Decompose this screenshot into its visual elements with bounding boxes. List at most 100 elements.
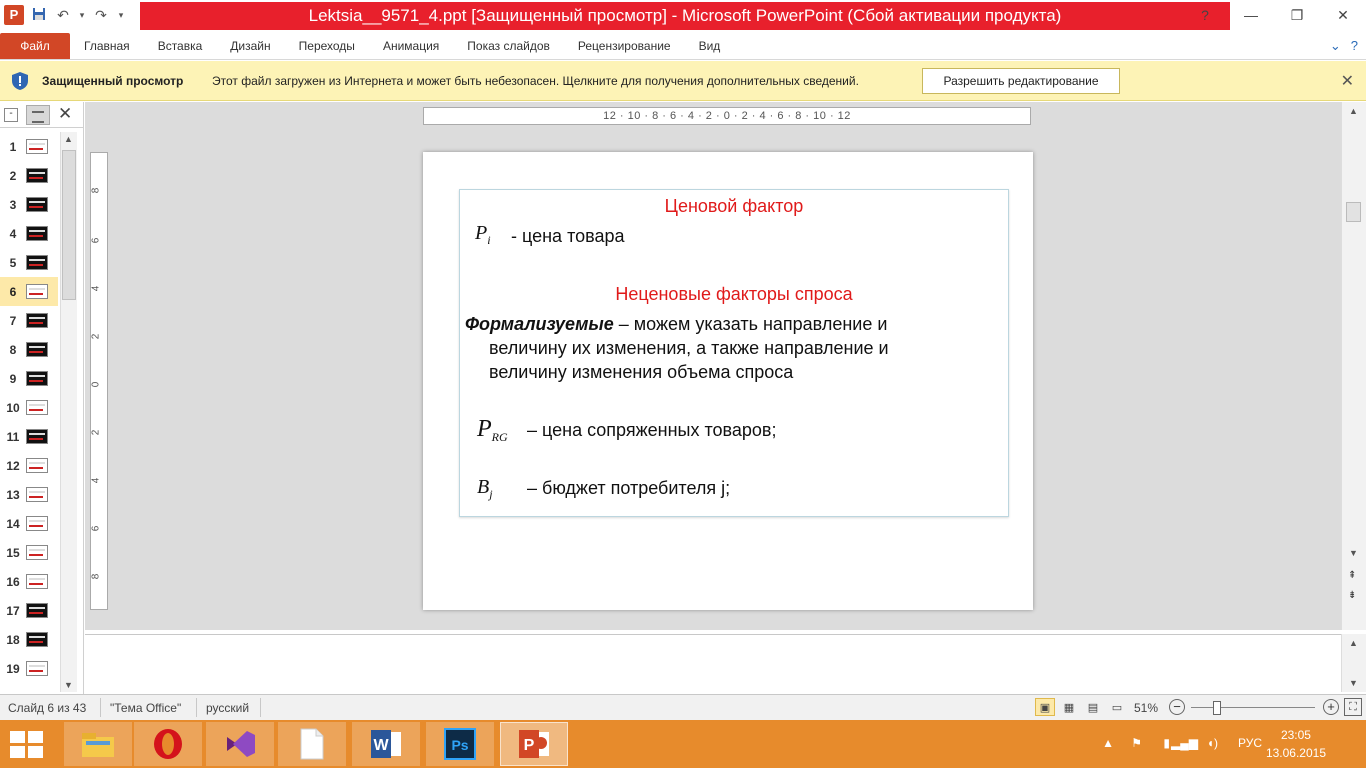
close-bar-icon[interactable]: ✕ bbox=[1341, 71, 1354, 91]
powerpoint-icon[interactable]: P bbox=[4, 5, 24, 25]
undo-dropdown-icon[interactable]: ▾ bbox=[78, 10, 86, 21]
zoom-track[interactable] bbox=[1191, 707, 1315, 708]
show-hidden-icons-icon[interactable]: ▲ bbox=[1102, 736, 1114, 750]
slideshow-view-icon[interactable]: ▭ bbox=[1107, 698, 1127, 716]
slide-thumb[interactable]: 15 bbox=[0, 538, 58, 567]
volume-icon[interactable]: ◖) bbox=[1207, 736, 1218, 750]
slide-thumbnails: 1 2 3 4 5 6 7 8 9 10 11 12 13 14 15 16 1… bbox=[0, 132, 58, 683]
tab-animations[interactable]: Анимация bbox=[369, 33, 453, 59]
outline-tab-icon[interactable] bbox=[26, 105, 50, 125]
redo-icon[interactable]: ↷ bbox=[92, 7, 110, 24]
b-j-formula: Bj bbox=[477, 476, 493, 502]
scroll-up-icon[interactable]: ▲ bbox=[1349, 106, 1358, 116]
slide-thumb[interactable]: 2 bbox=[0, 161, 58, 190]
slide-thumb[interactable]: 12 bbox=[0, 451, 58, 480]
view-buttons: ▣ ▦ ▤ ▭ bbox=[1035, 698, 1127, 716]
slide-thumb[interactable]: 17 bbox=[0, 596, 58, 625]
scroll-down-icon[interactable]: ▼ bbox=[64, 680, 73, 690]
clock[interactable]: 23:05 13.06.2015 bbox=[1266, 726, 1326, 762]
battery-icon[interactable]: ▮ bbox=[1163, 736, 1170, 750]
scrollbar-thumb[interactable] bbox=[62, 150, 76, 300]
status-bar: Слайд 6 из 43 "Тема Office" русский ▣ ▦ … bbox=[0, 694, 1366, 720]
tab-transitions[interactable]: Переходы bbox=[285, 33, 369, 59]
slide-preview bbox=[26, 255, 48, 270]
scrollbar-thumb[interactable] bbox=[1346, 202, 1361, 222]
flag-icon[interactable]: ⚑ bbox=[1131, 736, 1142, 750]
document-icon[interactable] bbox=[278, 722, 346, 766]
slide-thumb[interactable]: 7 bbox=[0, 306, 58, 335]
close-pane-icon[interactable]: ✕ bbox=[58, 104, 72, 124]
photoshop-icon[interactable]: Ps bbox=[426, 722, 494, 766]
scroll-up-icon[interactable]: ▲ bbox=[64, 134, 73, 144]
scroll-down-icon[interactable]: ▼ bbox=[1349, 548, 1358, 558]
next-slide-icon[interactable]: ⇟ bbox=[1348, 590, 1356, 601]
slide-counter: Слайд 6 из 43 bbox=[8, 701, 87, 715]
notes-scrollbar[interactable]: ▲ ▼ bbox=[1341, 634, 1366, 692]
slide-thumb[interactable]: 4 bbox=[0, 219, 58, 248]
word-icon[interactable]: W bbox=[352, 722, 420, 766]
scroll-down-icon[interactable]: ▼ bbox=[1349, 678, 1358, 688]
slide-preview bbox=[26, 226, 48, 241]
p-rg-formula: PRG bbox=[477, 416, 508, 445]
slide-thumb[interactable]: 5 bbox=[0, 248, 58, 277]
slide-number: 16 bbox=[6, 574, 20, 589]
reading-view-icon[interactable]: ▤ bbox=[1083, 698, 1103, 716]
slide-thumb[interactable]: 1 bbox=[0, 132, 58, 161]
keyboard-language[interactable]: РУС bbox=[1238, 736, 1262, 750]
slide-thumb[interactable]: 13 bbox=[0, 480, 58, 509]
slide-thumb[interactable]: 16 bbox=[0, 567, 58, 596]
previous-slide-icon[interactable]: ⇞ bbox=[1348, 570, 1356, 581]
powerpoint-taskbar-icon[interactable]: P bbox=[500, 722, 568, 766]
tab-insert[interactable]: Вставка bbox=[144, 33, 217, 59]
slide-sorter-icon[interactable]: ▦ bbox=[1059, 698, 1079, 716]
slide-thumb[interactable]: 14 bbox=[0, 509, 58, 538]
collapse-pane-icon[interactable]: - bbox=[4, 108, 18, 122]
network-icon[interactable]: ▂▄▆ bbox=[1171, 736, 1198, 750]
close-icon[interactable]: ✕ bbox=[1320, 0, 1366, 30]
zoom-level[interactable]: 51% bbox=[1134, 701, 1158, 715]
windows-start-icon[interactable] bbox=[10, 731, 44, 759]
help-circle-icon[interactable]: ? bbox=[1351, 38, 1358, 54]
ribbon-help: ⌄ ? bbox=[1330, 38, 1358, 54]
zoom-out-icon[interactable]: − bbox=[1169, 699, 1185, 715]
undo-icon[interactable]: ↶ bbox=[54, 7, 72, 24]
protected-view-message[interactable]: Этот файл загружен из Интернета и может … bbox=[212, 74, 859, 88]
ribbon-expand-icon[interactable]: ⌄ bbox=[1330, 38, 1341, 54]
tab-view[interactable]: Вид bbox=[685, 33, 735, 59]
tab-file[interactable]: Файл bbox=[0, 33, 70, 59]
slide-thumb[interactable]: 10 bbox=[0, 393, 58, 422]
normal-view-icon[interactable]: ▣ bbox=[1035, 698, 1055, 716]
minimize-icon[interactable]: — bbox=[1228, 0, 1274, 30]
tab-design[interactable]: Дизайн bbox=[216, 33, 284, 59]
tab-home[interactable]: Главная bbox=[70, 33, 144, 59]
enable-editing-button[interactable]: Разрешить редактирование bbox=[922, 68, 1120, 94]
slide-canvas[interactable]: Ценовой фактор Pi - цена товара Неценовы… bbox=[423, 152, 1033, 610]
tab-slideshow[interactable]: Показ слайдов bbox=[453, 33, 564, 59]
editor-scrollbar[interactable]: ▲ ▼ ⇞ ⇟ bbox=[1341, 102, 1366, 630]
file-explorer-icon[interactable] bbox=[64, 722, 132, 766]
notes-pane[interactable] bbox=[85, 634, 1341, 692]
zoom-slider[interactable]: − + bbox=[1169, 699, 1339, 717]
language-indicator[interactable]: русский bbox=[206, 701, 249, 715]
visual-studio-icon[interactable] bbox=[206, 722, 274, 766]
zoom-in-icon[interactable]: + bbox=[1323, 699, 1339, 715]
zoom-handle[interactable] bbox=[1213, 701, 1221, 715]
help-icon[interactable]: ? bbox=[1182, 0, 1228, 30]
slide-thumb[interactable]: 18 bbox=[0, 625, 58, 654]
slide-thumb[interactable]: 8 bbox=[0, 335, 58, 364]
window-controls: ? — ❐ ✕ bbox=[1182, 0, 1366, 30]
scroll-up-icon[interactable]: ▲ bbox=[1349, 638, 1358, 648]
save-icon[interactable] bbox=[30, 7, 48, 24]
slide-thumb[interactable]: 9 bbox=[0, 364, 58, 393]
slides-pane-scrollbar[interactable]: ▲ ▼ bbox=[60, 132, 77, 692]
fit-to-window-icon[interactable]: ⛶ bbox=[1344, 698, 1362, 716]
slide-thumb[interactable]: 11 bbox=[0, 422, 58, 451]
slide-thumb-active[interactable]: 6 bbox=[0, 277, 58, 306]
slide-thumb[interactable]: 19 bbox=[0, 654, 58, 683]
slide-thumb[interactable]: 3 bbox=[0, 190, 58, 219]
tab-review[interactable]: Рецензирование bbox=[564, 33, 685, 59]
customize-toolbar-icon[interactable]: ▾ bbox=[116, 10, 126, 21]
restore-icon[interactable]: ❐ bbox=[1274, 0, 1320, 30]
opera-icon[interactable] bbox=[134, 722, 202, 766]
theme-name[interactable]: "Тема Office" bbox=[110, 701, 181, 715]
